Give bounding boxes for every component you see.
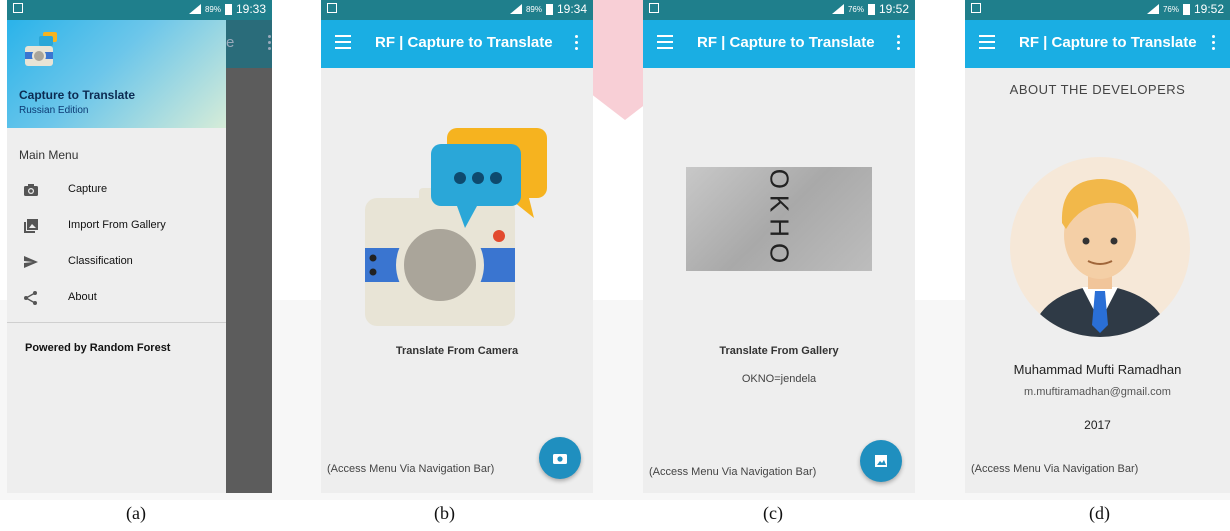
menu-item-classification[interactable]: Classification — [7, 250, 226, 278]
developer-email[interactable]: m.muftiramadhan@gmail.com — [965, 386, 1230, 398]
status-bar: 89% 19:34 — [321, 0, 593, 20]
battery-percent: 89% — [204, 4, 221, 14]
camera-icon — [553, 454, 567, 464]
app-title: RF | Capture to Translate — [1019, 34, 1197, 51]
status-bar: 76% 19:52 — [965, 0, 1230, 20]
signal-icon — [509, 4, 522, 14]
gallery-icon — [875, 455, 887, 467]
menu-item-capture[interactable]: Capture — [7, 178, 226, 206]
captured-word: OKHO — [764, 168, 795, 270]
notification-icon — [13, 3, 23, 13]
phone-screen-b: 89% 19:34 RF | Capture to Translate Tran… — [321, 0, 593, 493]
phone-screen-d: 76% 19:52 RF | Capture to Translate ABOU… — [965, 0, 1230, 493]
menu-item-label: Classification — [68, 255, 133, 267]
camera-icon — [24, 184, 38, 196]
signal-icon — [831, 4, 844, 14]
status-time: 19:33 — [235, 2, 266, 16]
figure-label-a: (a) — [126, 503, 146, 523]
app-bar: RF | Capture to Translate — [321, 20, 593, 68]
figure-label-d: (d) — [1089, 503, 1110, 523]
overflow-menu-icon[interactable] — [897, 35, 901, 51]
app-bar: RF | Capture to Translate — [643, 20, 915, 68]
status-bar: 76% 19:52 — [643, 0, 915, 20]
drawer-scrim[interactable] — [226, 20, 272, 493]
dimmed-title-fragment: e — [226, 34, 235, 51]
navigation-drawer: Capture to Translate Russian Edition Mai… — [7, 20, 226, 493]
overflow-menu-icon[interactable] — [1212, 35, 1216, 51]
phone-screen-a: 89% 19:33 e Capture to Translate Russian… — [7, 0, 272, 493]
status-bar: 89% 19:33 — [7, 0, 272, 20]
menu-item-about[interactable]: About — [7, 286, 226, 314]
battery-percent: 76% — [1162, 4, 1179, 14]
drawer-title: Capture to Translate — [19, 88, 136, 102]
app-title: RF | Capture to Translate — [697, 34, 875, 51]
capture-fab[interactable] — [539, 437, 581, 479]
translation-result: OKNO=jendela — [741, 373, 817, 385]
year-label: 2017 — [1084, 418, 1111, 432]
menu-header: Main Menu — [19, 148, 79, 162]
navigation-hint: (Access Menu Via Navigation Bar) — [649, 466, 817, 478]
hamburger-menu-icon[interactable] — [657, 35, 673, 49]
drawer-footer-text: Powered by Random Forest — [25, 342, 171, 354]
app-title: RF | Capture to Translate — [375, 34, 553, 51]
menu-item-label: Import From Gallery — [68, 219, 166, 231]
navigation-hint: (Access Menu Via Navigation Bar) — [971, 463, 1139, 475]
navigation-hint: (Access Menu Via Navigation Bar) — [327, 463, 495, 475]
developer-avatar — [1010, 157, 1190, 337]
drawer-header: Capture to Translate Russian Edition — [7, 20, 226, 128]
dimmed-app-bar: e — [226, 20, 272, 68]
battery-icon — [545, 3, 553, 15]
figure-label-b: (b) — [434, 503, 455, 523]
status-time: 19:52 — [878, 2, 909, 16]
send-icon — [24, 256, 38, 268]
battery-icon — [1182, 3, 1190, 15]
menu-item-import-from-gallery[interactable]: Import From Gallery — [7, 214, 226, 242]
developer-name: Muhammad Mufti Ramadhan — [1013, 362, 1182, 377]
signal-icon — [1146, 4, 1159, 14]
signal-icon — [188, 4, 201, 14]
figure-label-c: (c) — [763, 503, 783, 523]
drawer-divider — [7, 322, 226, 323]
captured-image: OKHO — [686, 167, 872, 271]
phone-screen-c: 76% 19:52 RF | Capture to Translate OKHO… — [643, 0, 915, 493]
notification-icon — [971, 3, 981, 13]
app-logo-icon — [25, 32, 57, 66]
hamburger-menu-icon[interactable] — [979, 35, 995, 49]
drawer-subtitle: Russian Edition — [19, 105, 89, 116]
section-title: ABOUT THE DEVELOPERS — [1009, 82, 1186, 97]
translate-caption: Translate From Camera — [395, 345, 519, 357]
camera-chat-illustration — [365, 128, 547, 326]
menu-item-label: Capture — [68, 183, 108, 195]
gallery-fab[interactable] — [860, 440, 902, 482]
dimmed-kebab-icon — [268, 35, 271, 50]
notification-icon — [327, 3, 337, 13]
battery-percent: 89% — [525, 4, 542, 14]
battery-icon — [224, 3, 232, 15]
app-bar: RF | Capture to Translate — [965, 20, 1230, 68]
status-time: 19:52 — [1193, 2, 1224, 16]
battery-icon — [867, 3, 875, 15]
notification-icon — [649, 3, 659, 13]
status-time: 19:34 — [556, 2, 587, 16]
menu-item-label: About — [68, 291, 97, 303]
overflow-menu-icon[interactable] — [575, 35, 579, 51]
translate-caption: Translate From Gallery — [719, 345, 839, 357]
share-icon — [24, 291, 37, 305]
gallery-icon — [24, 219, 38, 233]
battery-percent: 76% — [847, 4, 864, 14]
hamburger-menu-icon[interactable] — [335, 35, 351, 49]
